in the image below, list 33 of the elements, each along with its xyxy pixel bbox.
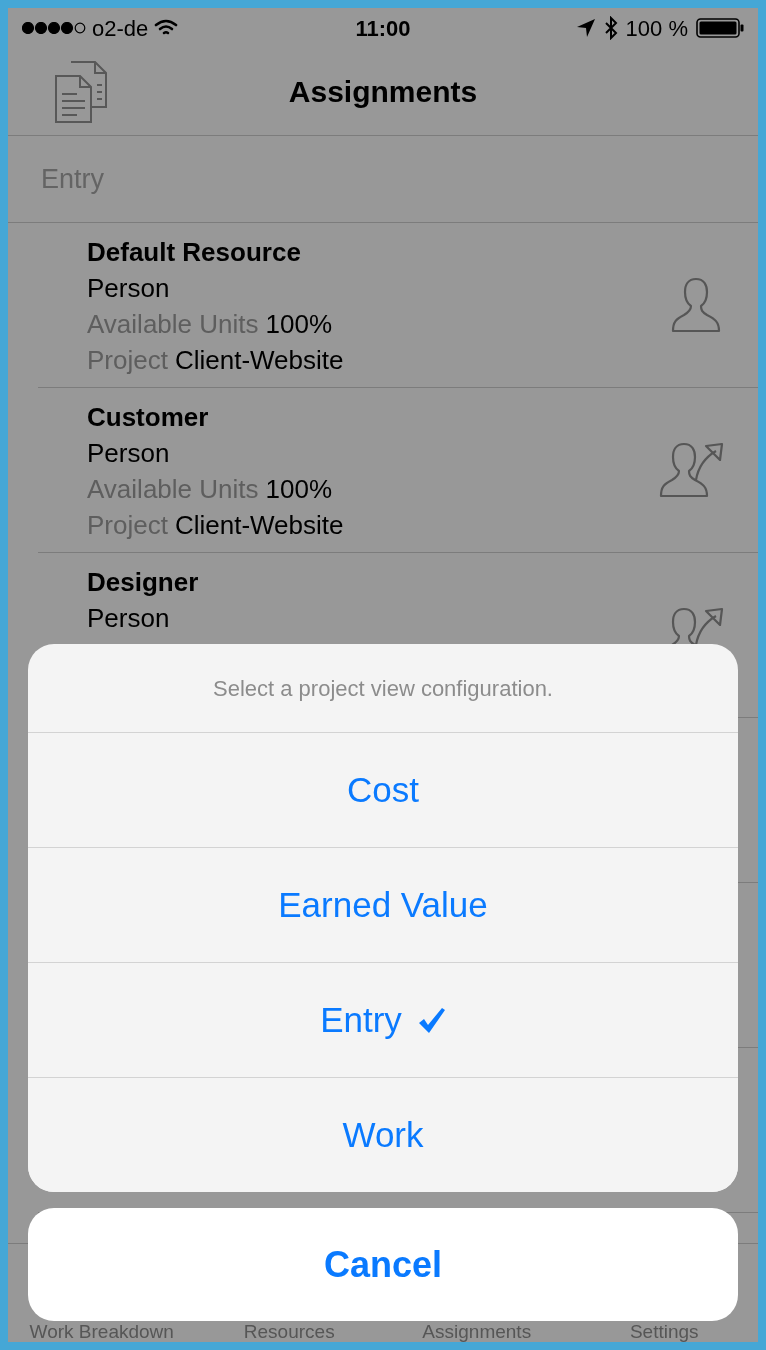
action-sheet-title: Select a project view configuration.: [213, 674, 553, 703]
project-label: Project: [87, 509, 168, 542]
tab-bar-item[interactable]: Work Breakdown: [29, 1322, 174, 1341]
wifi-icon: [154, 19, 179, 37]
resource-name: Designer: [87, 566, 199, 599]
tab-bar-item[interactable]: Settings: [629, 1322, 699, 1341]
project-value: Client-Website: [174, 509, 344, 542]
units-label: Available Units: [87, 473, 259, 506]
documents-button[interactable]: [54, 60, 108, 124]
units-label: Available Units: [87, 308, 259, 341]
battery-icon: [696, 18, 744, 38]
project-label: Project: [87, 344, 168, 377]
cancel-button[interactable]: Cancel: [28, 1208, 738, 1321]
tab-bar-item[interactable]: Assignments: [422, 1322, 532, 1341]
units-value: 100%: [265, 473, 332, 506]
nav-title: Assignments: [288, 74, 478, 110]
carrier-name: o2-de: [92, 14, 149, 43]
person-arrow-icon: [658, 440, 726, 500]
project-value: Client-Website: [174, 344, 344, 377]
resource-type: Person: [87, 272, 170, 305]
resource-type: Person: [87, 437, 170, 470]
location-arrow-icon: [575, 18, 596, 38]
documents-icon: [55, 61, 107, 123]
resource-name: Default Resource: [87, 236, 301, 269]
units-value: 100%: [265, 308, 332, 341]
action-sheet-option[interactable]: Work: [28, 1077, 738, 1192]
resource-type: Person: [87, 602, 170, 635]
tab-bar-item[interactable]: Resources: [243, 1322, 335, 1341]
battery-percentage: 100 %: [625, 14, 688, 43]
signal-strength-icon: [22, 22, 86, 34]
bluetooth-icon: [603, 16, 618, 40]
resource-name: Customer: [87, 401, 209, 434]
clock-time: 11:00: [355, 14, 411, 43]
